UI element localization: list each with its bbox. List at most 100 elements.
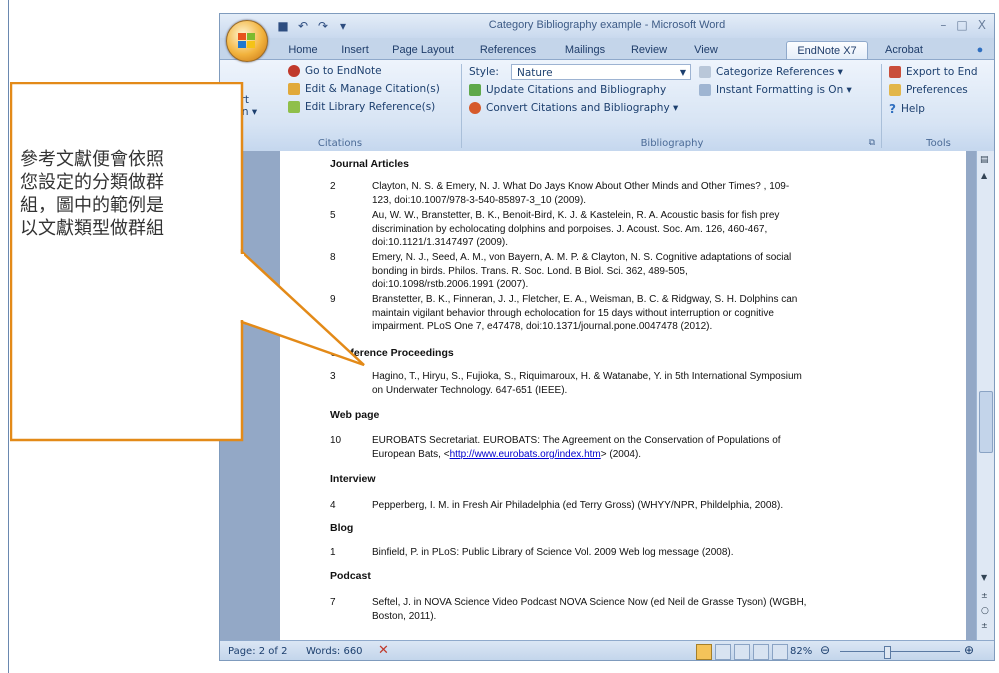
reference-line: on Underwater Technology. 647-651 (IEEE)…	[372, 384, 568, 396]
section-heading: Interview	[330, 473, 376, 485]
convert-icon	[469, 102, 481, 114]
tab-view[interactable]: View	[684, 41, 728, 59]
draft-icon[interactable]	[772, 644, 788, 660]
reference-line: Seftel, J. in NOVA Science Video Podcast…	[372, 597, 807, 608]
update-citations-button[interactable]: Update Citations and Bibliography	[469, 84, 666, 96]
edit-manage-label: Edit & Manage Citation(s)	[305, 83, 440, 95]
tab-references[interactable]: References	[472, 41, 544, 59]
office-button[interactable]	[226, 20, 268, 62]
section-heading: Blog	[330, 522, 354, 534]
reference-entry: Binfield, P. in PLoS: Public Library of …	[372, 546, 734, 560]
minimize-button[interactable]: –	[940, 18, 946, 32]
reference-line: Pepperberg, I. M. in Fresh Air Philadelp…	[372, 500, 784, 511]
scrollbar-thumb[interactable]	[979, 391, 993, 453]
eurobats-link[interactable]: http://www.eurobats.org/index.htm	[450, 449, 601, 460]
dialog-launcher-icon[interactable]: ⧉	[869, 138, 875, 148]
reference-line: discrimination by echolocating dolphins …	[372, 223, 768, 235]
instant-formatting-icon	[699, 84, 711, 96]
convert-citations-button[interactable]: Convert Citations and Bibliography ▾	[469, 102, 678, 114]
categorize-references-button[interactable]: Categorize References ▾	[699, 66, 843, 78]
scroll-up-icon[interactable]: ▲	[981, 171, 987, 180]
reference-entry: Seftel, J. in NOVA Science Video Podcast…	[372, 596, 806, 623]
tab-endnote-x7[interactable]: EndNote X7	[786, 41, 868, 60]
zoom-slider-handle[interactable]	[884, 646, 891, 659]
ruler-toggle-icon[interactable]: ▤	[980, 155, 989, 165]
office-logo-icon	[238, 33, 255, 48]
outline-icon[interactable]	[753, 644, 769, 660]
page-count[interactable]: Page: 2 of 2	[228, 646, 287, 657]
update-label: Update Citations and Bibliography	[486, 84, 667, 96]
instant-formatting-button[interactable]: Instant Formatting is On ▾	[699, 84, 852, 96]
edit-manage-citations-button[interactable]: Edit & Manage Citation(s)	[288, 83, 440, 95]
tab-page-layout[interactable]: Page Layout	[384, 41, 462, 59]
export-to-endnote-button[interactable]: Export to End	[889, 66, 978, 78]
help-label: Help	[900, 103, 925, 115]
zoom-in-icon[interactable]: ⊕	[964, 643, 974, 657]
tab-acrobat[interactable]: Acrobat	[876, 41, 932, 59]
bibliography-group: Style: Nature ▼ Update Citations and Bib…	[463, 60, 881, 151]
select-browse-object-icon[interactable]: ○	[981, 606, 989, 616]
callout-pointer	[236, 249, 365, 367]
section-heading: Podcast	[330, 570, 371, 582]
word-count[interactable]: Words: 660	[306, 646, 363, 657]
reference-line: Au, W. W., Branstetter, B. K., Benoit-Bi…	[372, 210, 780, 221]
proofing-icon[interactable]: ✕	[378, 643, 389, 658]
export-label: Export to End	[906, 66, 978, 78]
maximize-button[interactable]: □	[956, 18, 967, 32]
callout-shape	[10, 82, 246, 442]
tab-home[interactable]: Home	[280, 41, 326, 59]
preferences-icon	[889, 84, 901, 96]
scroll-down-icon[interactable]: ▼	[981, 573, 987, 582]
reference-line: Emery, N. J., Seed, A. M., von Bayern, A…	[372, 252, 792, 263]
zoom-out-icon[interactable]: ⊖	[820, 643, 830, 657]
zoom-level[interactable]: 82%	[790, 646, 812, 657]
help-icon[interactable]: ●	[972, 41, 988, 59]
reference-entry: Emery, N. J., Seed, A. M., von Bayern, A…	[372, 251, 791, 292]
reference-entry: EUROBATS Secretariat. EUROBATS: The Agre…	[372, 434, 781, 461]
reference-line: doi:10.1121/1.3147497 (2009).	[372, 237, 509, 248]
edit-library-reference-button[interactable]: Edit Library Reference(s)	[288, 101, 435, 113]
reference-line: Clayton, N. S. & Emery, N. J. What Do Ja…	[372, 181, 790, 192]
tab-mailings[interactable]: Mailings	[556, 41, 614, 59]
close-button[interactable]: X	[978, 18, 986, 32]
tab-insert[interactable]: Insert	[334, 41, 376, 59]
reference-line: European Bats, <http://www.eurobats.org/…	[372, 448, 781, 462]
section-heading: Journal Articles	[330, 158, 409, 170]
preferences-button[interactable]: Preferences	[889, 84, 968, 96]
ribbon-tabs: Home Insert Page Layout References Maili…	[220, 38, 994, 60]
print-layout-icon[interactable]	[696, 644, 712, 660]
reference-line: Binfield, P. in PLoS: Public Library of …	[372, 547, 734, 558]
help-button[interactable]: ? Help	[889, 102, 925, 116]
question-mark-icon: ?	[889, 102, 896, 116]
tools-group-label: Tools	[926, 138, 951, 149]
previous-page-icon[interactable]: ±	[981, 591, 988, 600]
reference-entry: Pepperberg, I. M. in Fresh Air Philadelp…	[372, 499, 783, 513]
zoom-slider-track[interactable]	[840, 651, 960, 652]
categorize-label: Categorize References ▾	[716, 66, 843, 78]
instant-formatting-label: Instant Formatting is On ▾	[716, 84, 852, 96]
citations-group-label: Citations	[317, 138, 363, 149]
reference-entry: Hagino, T., Hiryu, S., Fujioka, S., Riqu…	[372, 370, 802, 397]
style-select[interactable]: Nature ▼	[511, 64, 691, 80]
next-page-icon[interactable]: ±	[981, 621, 988, 630]
ribbon-divider	[881, 64, 882, 148]
tools-group: Export to End Preferences ? Help Tools	[883, 60, 994, 151]
edit-library-label: Edit Library Reference(s)	[305, 101, 436, 113]
section-heading: Web page	[330, 409, 380, 421]
reference-line: Boston, 2011).	[372, 610, 437, 622]
tab-review[interactable]: Review	[624, 41, 674, 59]
style-value: Nature	[517, 67, 553, 79]
reference-line: impairment. PLoS One 7, e47478, doi:10.1…	[372, 321, 713, 332]
ribbon: nsert ation ▾ Go to EndNote Edit & Manag…	[220, 59, 994, 152]
ref-number: 2	[330, 181, 336, 192]
go-to-endnote-button[interactable]: Go to EndNote	[288, 65, 382, 77]
reference-line-end: > (2004).	[600, 448, 642, 460]
web-layout-icon[interactable]	[734, 644, 750, 660]
callout-text: 參考文獻便會依照 您設定的分類做群 組，圖中的範例是 以文獻類型做群組	[20, 149, 164, 239]
full-screen-reading-icon[interactable]	[715, 644, 731, 660]
title-bar: ■ ↶ ↷ ▾ Category Bibliography example - …	[220, 14, 994, 38]
chevron-down-icon: ▼	[679, 68, 686, 77]
document-page[interactable]: Journal Articles 2 Clayton, N. S. & Emer…	[280, 151, 966, 640]
vertical-scrollbar[interactable]: ▤ ▲ ▼ ± ○ ±	[976, 151, 994, 640]
reference-line: maintain vigilant behavior through echol…	[372, 307, 774, 319]
